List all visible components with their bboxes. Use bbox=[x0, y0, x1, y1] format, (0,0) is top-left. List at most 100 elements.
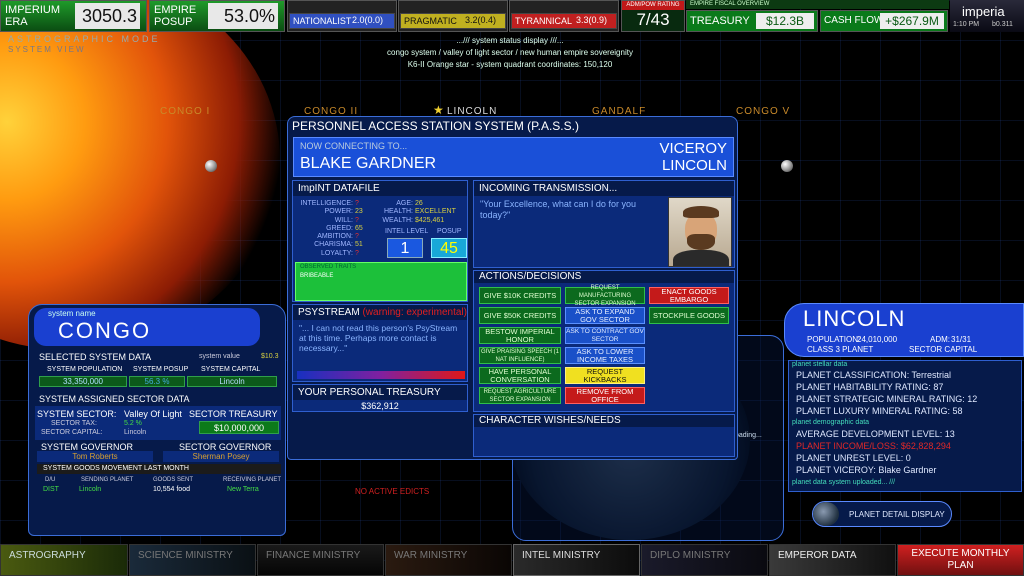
treasury-label: TREASURY bbox=[690, 15, 750, 27]
stat-values-right: 26 EXCELLENT $425,461 bbox=[415, 200, 456, 225]
mode-title: ASTROGRAPHIC MODE bbox=[8, 34, 161, 44]
pass-window: PERSONNEL ACCESS STATION SYSTEM (P.A.S.S… bbox=[287, 116, 738, 460]
stat-labels-left: INTELLIGENCE: POWER: WILL: GREED: AMBITI… bbox=[297, 200, 353, 258]
system-capital-value[interactable]: Lincoln bbox=[187, 376, 277, 387]
sector-treasury-value: $10,000,000 bbox=[199, 421, 279, 434]
system-value: $10.3 bbox=[261, 353, 279, 360]
planet-icon-congo-v[interactable] bbox=[781, 160, 793, 172]
personal-treasury-title: YOUR PERSONAL TREASURY bbox=[293, 385, 467, 400]
actions-title: ACTIONS/DECISIONS bbox=[474, 271, 734, 283]
fiscal-overview-title: EMPIRE FISCAL OVERVIEW bbox=[686, 0, 949, 9]
stat-value: ? bbox=[355, 200, 359, 207]
adm-pow-value: 7/43 bbox=[636, 10, 670, 29]
planet-demographic-title: planet demographic data bbox=[792, 419, 870, 426]
selected-system-title: SELECTED SYSTEM DATA bbox=[39, 352, 152, 362]
goods-header-du: D/U bbox=[45, 477, 56, 483]
pass-connect-box: NOW CONNECTING TO... BLAKE GARDNER VICER… bbox=[293, 137, 734, 177]
stat-value: 23 bbox=[355, 208, 363, 216]
finance-ministry-button[interactable]: FINANCE MINISTRY bbox=[257, 544, 384, 576]
sector-capital-label: SECTOR CAPITAL: bbox=[41, 429, 103, 436]
personal-conversation-button[interactable]: HAVE PERSONAL CONVERSATION bbox=[479, 367, 561, 384]
stat-value: ? bbox=[355, 216, 359, 224]
planet-label-congo-i[interactable]: CONGO I bbox=[160, 106, 210, 117]
astrography-button[interactable]: ASTROGRAPHY bbox=[0, 544, 128, 576]
planet-panel: LINCOLN POPULATION: 24,010,000 ADM: 31/3… bbox=[784, 303, 1024, 493]
wishes-panel: CHARACTER WISHES/NEEDS bbox=[473, 414, 735, 457]
expand-gov-button[interactable]: ASK TO EXPAND GOV SECTOR bbox=[565, 307, 645, 324]
goods-row-sending: Lincoln bbox=[79, 486, 102, 493]
connecting-label: NOW CONNECTING TO... bbox=[300, 141, 408, 151]
goods-header-sent: GOODS SENT bbox=[153, 477, 194, 483]
psystream-title: PSYSTREAM bbox=[298, 307, 360, 318]
stellar-line: PLANET STRATEGIC MINERAL RATING: 12 bbox=[796, 394, 978, 404]
status-line-1: .../// system status display ///... bbox=[456, 36, 564, 45]
stat-label: HEALTH: bbox=[383, 208, 413, 216]
request-kickbacks-button[interactable]: REQUEST KICKBACKS bbox=[565, 367, 645, 384]
character-portrait bbox=[668, 197, 732, 267]
character-name: BLAKE GARDNER bbox=[300, 155, 437, 172]
sector-tax-label: SECTOR TAX: bbox=[51, 420, 97, 427]
stockpile-goods-button[interactable]: STOCKPILE GOODS bbox=[649, 307, 729, 324]
planet-label-congo-v[interactable]: CONGO V bbox=[736, 106, 790, 117]
stat-label: POWER: bbox=[324, 208, 353, 216]
personal-treasury-value: $362,912 bbox=[361, 401, 399, 411]
nationalist-value: 2.0(0.0) bbox=[352, 15, 384, 25]
goods-row-sent: 10,554 food bbox=[153, 486, 190, 493]
cash-flow-label: CASH FLOW bbox=[824, 15, 884, 26]
empire-posup-value: 53.0% bbox=[208, 3, 278, 29]
planet-class: CLASS 3 PLANET bbox=[807, 345, 874, 354]
portrait-coat bbox=[673, 250, 729, 266]
tyrannical-meter[interactable]: TYRANNICAL 3.3(0.9) bbox=[509, 0, 619, 32]
system-pop-value: 33,350,000 bbox=[39, 376, 127, 387]
tyrannical-value: 3.3(0.9) bbox=[576, 15, 608, 25]
wishes-title: CHARACTER WISHES/NEEDS bbox=[474, 415, 734, 427]
system-pop-label: SYSTEM POPULATION bbox=[47, 366, 123, 373]
stat-value: EXCELLENT bbox=[415, 208, 456, 216]
sector-data-title: SYSTEM ASSIGNED SECTOR DATA bbox=[39, 394, 190, 404]
datafile-title: ImpINT DATAFILE bbox=[293, 181, 467, 196]
demographic-line: PLANET INCOME/LOSS: $62,828,294 bbox=[796, 441, 951, 451]
system-governor-value[interactable]: Tom Roberts bbox=[37, 451, 153, 462]
demographic-line: AVERAGE DEVELOPMENT LEVEL: 13 bbox=[796, 429, 955, 439]
remove-from-office-button[interactable]: REMOVE FROM OFFICE bbox=[565, 387, 645, 404]
empire-posup-label: EMPIRE POSUP bbox=[154, 4, 197, 28]
stat-label: AMBITION: bbox=[317, 233, 353, 241]
sector-governor-value[interactable]: Sherman Posey bbox=[163, 451, 279, 462]
goods-header-receiving: RECEIVING PLANET bbox=[223, 477, 282, 483]
goods-movement-title: SYSTEM GOODS MOVEMENT LAST MONTH bbox=[37, 464, 281, 474]
adm-pow-box: ADM/POW RATING 7/43 bbox=[621, 0, 685, 32]
planet-detail-button[interactable]: PLANET DETAIL DISPLAY bbox=[812, 501, 952, 527]
no-edicts-text: NO ACTIVE EDICTS bbox=[355, 487, 430, 496]
goods-embargo-button[interactable]: ENACT GOODS EMBARGO bbox=[649, 287, 729, 304]
demographic-line: PLANET UNREST LEVEL: 0 bbox=[796, 453, 911, 463]
praising-speech-button[interactable]: GIVE PRAISING SPEECH (1 NAT INFLUENCE) bbox=[479, 347, 561, 364]
execute-monthly-plan-button[interactable]: EXECUTE MONTHLY PLAN bbox=[897, 544, 1024, 576]
nationalist-meter[interactable]: NATIONALIST 2.0(0.0) bbox=[287, 0, 397, 32]
planet-stellar-title: planet stellar data bbox=[792, 361, 848, 368]
planet-icon-congo-i[interactable] bbox=[205, 160, 217, 172]
war-ministry-button[interactable]: WAR MINISTRY bbox=[385, 544, 512, 576]
give-10k-button[interactable]: GIVE $10K CREDITS bbox=[479, 287, 561, 304]
science-ministry-button[interactable]: SCIENCE MINISTRY bbox=[129, 544, 256, 576]
goods-row-receiving: New Terra bbox=[227, 486, 259, 493]
stat-label: LOYALTY: bbox=[320, 249, 353, 257]
bestow-honor-button[interactable]: BESTOW IMPERIAL HONOR bbox=[479, 327, 561, 344]
emperor-data-button[interactable]: EMPEROR DATA bbox=[769, 544, 896, 576]
logo-box: imperia 1:10 PM b0.311 bbox=[950, 0, 1024, 32]
planet-detail-label: PLANET DETAIL DISPLAY bbox=[849, 510, 945, 519]
clock: 1:10 PM bbox=[953, 21, 980, 28]
adm-pow-label: ADM/POW RATING bbox=[622, 1, 684, 10]
system-sector-value[interactable]: Valley Of Light bbox=[124, 409, 182, 419]
traits-title: OBSERVED TRAITS bbox=[300, 264, 357, 270]
actions-panel: ACTIONS/DECISIONS GIVE $10K CREDITS GIVE… bbox=[473, 270, 735, 412]
intel-ministry-button[interactable]: INTEL MINISTRY bbox=[513, 544, 640, 576]
give-50k-button[interactable]: GIVE $50K CREDITS bbox=[479, 307, 561, 324]
pragmatic-meter[interactable]: PRAGMATIC 3.2(0.4) bbox=[398, 0, 508, 32]
contract-gov-button[interactable]: ASK TO CONTRACT GOV SECTOR bbox=[565, 327, 645, 344]
lower-taxes-button[interactable]: ASK TO LOWER INCOME TAXES bbox=[565, 347, 645, 364]
psystream-meter bbox=[297, 371, 465, 379]
manufacturing-expansion-button[interactable]: REQUEST MANUFACTURING SECTOR EXPANSION bbox=[565, 285, 645, 307]
agriculture-expansion-button[interactable]: REQUEST AGRICULTURE SECTOR EXPANSION bbox=[479, 387, 561, 404]
version: b0.311 bbox=[992, 21, 1013, 28]
diplo-ministry-button[interactable]: DIPLO MINISTRY bbox=[641, 544, 768, 576]
